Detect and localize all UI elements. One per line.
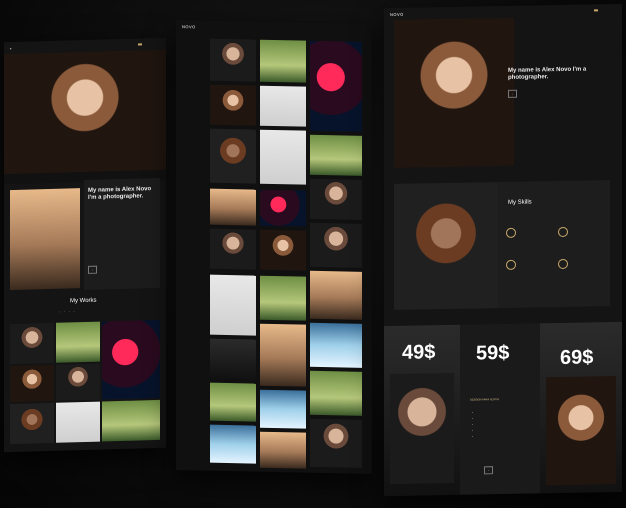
hero-image [4, 49, 166, 175]
about-image [10, 188, 80, 291]
pricing-portrait-1 [390, 372, 454, 484]
grid-thumb[interactable] [260, 431, 306, 469]
grid-thumb[interactable] [260, 189, 306, 227]
skill-item [558, 258, 570, 270]
grid-thumb[interactable] [310, 178, 362, 220]
grid-thumb[interactable] [310, 222, 362, 268]
middle-page-preview: NOVO [176, 19, 372, 475]
work-thumb[interactable] [56, 363, 100, 401]
grid-thumb[interactable] [310, 322, 362, 368]
pricing-portrait-3 [546, 376, 616, 486]
skills-portrait [394, 182, 498, 310]
price-2: 59$ [476, 341, 510, 365]
hero-button[interactable]: › [508, 89, 517, 98]
right-page-preview: NOVO My name is Alex Novo I'm a photogra… [384, 3, 622, 497]
pricing-heading: SESSION PARA VESTIR [470, 398, 500, 402]
grid-thumb[interactable] [210, 228, 256, 270]
grid-thumb[interactable] [260, 129, 306, 185]
skill-item [506, 259, 518, 270]
grid-thumb[interactable] [260, 323, 306, 387]
about-headline: My name is Alex Novo I'm a photographer. [88, 186, 152, 201]
work-thumb[interactable] [10, 322, 54, 365]
work-thumb[interactable] [56, 321, 100, 363]
pricing-features: • • • • • [472, 411, 473, 439]
grid-thumb[interactable] [210, 128, 256, 184]
grid-thumb[interactable] [210, 338, 256, 380]
grid-thumb[interactable] [260, 39, 306, 83]
works-filters[interactable]: • • • • [59, 310, 74, 313]
logo[interactable]: NOVO [182, 24, 196, 29]
skill-item [506, 227, 518, 238]
grid-thumb[interactable] [310, 40, 362, 132]
left-page-preview: • My name is Alex Novo I'm a photographe… [4, 37, 166, 453]
work-thumb[interactable] [102, 399, 160, 442]
grid-thumb[interactable] [310, 418, 362, 468]
hero-portrait [394, 17, 514, 168]
grid-thumb[interactable] [210, 38, 256, 82]
work-thumb[interactable] [10, 364, 54, 403]
grid-thumb[interactable] [310, 134, 362, 176]
grid-thumb[interactable] [260, 85, 306, 127]
work-thumb[interactable] [56, 401, 100, 443]
grid-thumb[interactable] [260, 389, 306, 429]
skills-heading: My Skills [508, 199, 532, 206]
top-nav: NOVO [176, 20, 372, 36]
read-more-button[interactable]: › [88, 265, 97, 274]
grid-thumb[interactable] [310, 270, 362, 320]
grid-thumb[interactable] [260, 275, 306, 321]
grid-thumb[interactable] [210, 424, 256, 464]
hero-headline: My name is Alex Novo I'm a photographer. [508, 66, 587, 81]
nav-item-home[interactable] [138, 43, 142, 46]
works-heading: My Works [70, 297, 97, 305]
nav-item-home[interactable] [594, 9, 598, 12]
pricing-button[interactable]: › [484, 466, 493, 475]
grid-thumb[interactable] [210, 84, 256, 126]
price-1: 49$ [402, 341, 436, 364]
logo[interactable]: • [10, 46, 12, 51]
grid-thumb[interactable] [210, 188, 256, 226]
grid-thumb[interactable] [210, 274, 256, 336]
skill-item [558, 226, 570, 238]
work-thumb[interactable] [102, 319, 160, 400]
logo[interactable]: NOVO [390, 11, 404, 16]
grid-thumb[interactable] [260, 229, 306, 271]
grid-thumb[interactable] [310, 370, 362, 416]
price-3: 69$ [560, 346, 594, 370]
work-thumb[interactable] [10, 402, 54, 445]
grid-thumb[interactable] [210, 382, 256, 422]
